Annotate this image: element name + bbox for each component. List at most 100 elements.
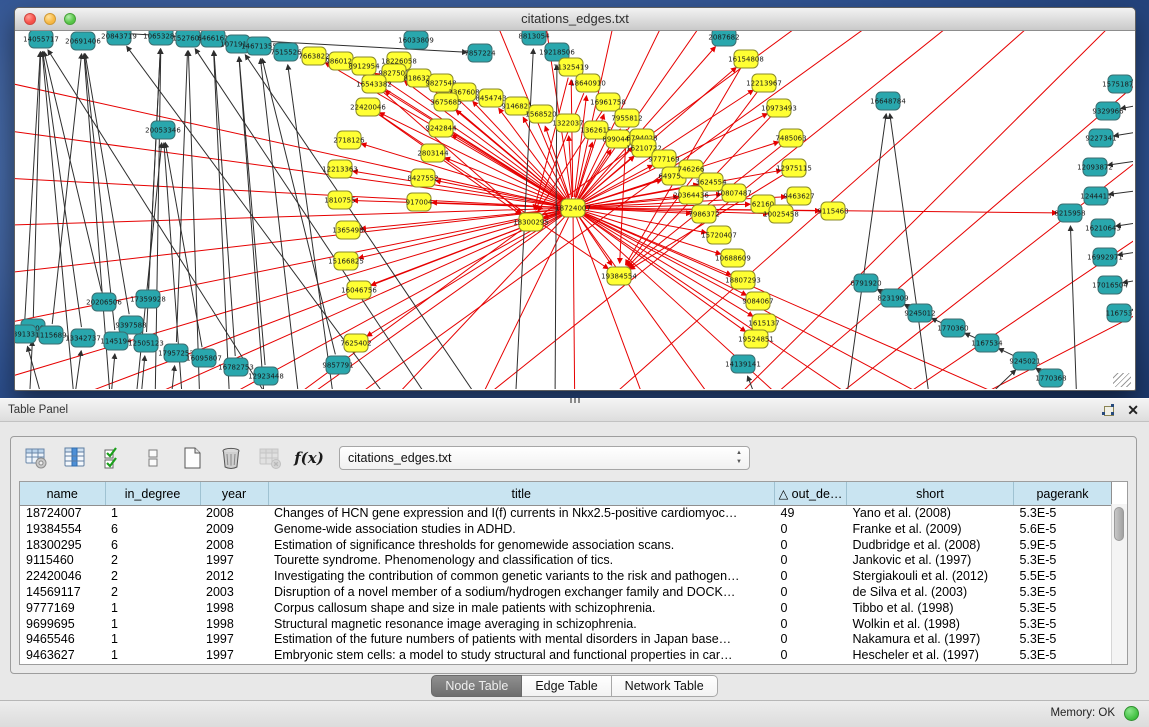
graph-node[interactable]: 20206506 [86,293,122,311]
graph-node[interactable]: 1770360 [937,319,968,337]
graph-node[interactable]: 19384554 [601,267,637,285]
graph-node[interactable]: 15720407 [701,226,737,244]
splitter-handle[interactable] [570,398,582,403]
graph-node[interactable]: 1322037 [552,114,583,132]
graph-node[interactable]: 9463627 [783,187,814,205]
graph-node[interactable]: 1615137 [748,314,779,332]
graph-node[interactable]: 8813054 [518,31,550,45]
table-row[interactable]: 969969511998Structural magnetic resonanc… [20,617,1112,633]
column-header-out_degree[interactable]: △ out_de… [775,482,847,506]
function-builder-icon[interactable]: f(x) [296,445,322,471]
graph-node[interactable]: 9245021 [1009,352,1040,370]
table-row[interactable]: 2242004622012Investigating the contribut… [20,569,1112,585]
graph-node[interactable]: 15166825 [328,252,364,270]
graph-node[interactable]: 1115689 [35,326,66,344]
graph-node[interactable]: 16033809 [398,31,434,49]
graph-node[interactable]: 20053346 [145,121,181,139]
table-row[interactable]: 1830029562008Estimation of significance … [20,538,1112,554]
graph-node[interactable]: 39133 [15,325,36,343]
graph-node[interactable]: 16961758 [590,93,626,111]
graph-node[interactable]: 16046756 [341,281,377,299]
table-vertical-scrollbar[interactable] [1111,504,1127,664]
graph-node[interactable]: 7986372 [688,205,719,223]
table-row[interactable]: 1938455462009Genome-wide association stu… [20,522,1112,538]
graph-node[interactable]: 16210643 [1085,219,1121,237]
scrollbar-thumb[interactable] [1114,507,1124,541]
graph-node[interactable]: 18807293 [725,271,761,289]
network-window[interactable]: citations_edges.txt 14055717206914062084… [14,7,1136,391]
graph-node[interactable]: 12213363 [322,160,358,178]
graph-node[interactable]: 8215958 [1054,204,1085,222]
column-header-name[interactable]: name [20,482,105,506]
table-row[interactable]: 977716911998Corpus callosum shape and si… [20,601,1112,617]
graph-node[interactable]: 917004 [406,193,433,211]
graph-node[interactable]: 6791920 [850,274,881,292]
tab-node-table[interactable]: Node Table [431,675,522,697]
tab-edge-table[interactable]: Edge Table [522,675,611,697]
zoom-window-button[interactable] [64,13,76,25]
column-header-title[interactable]: title [268,482,775,506]
column-header-year[interactable]: year [200,482,268,506]
graph-node[interactable]: 14139141 [725,355,761,373]
close-window-button[interactable] [24,13,36,25]
column-header-short[interactable]: short [847,482,1014,506]
graph-node[interactable]: 7625402 [340,334,371,352]
graph-node[interactable]: 1770368 [1035,369,1066,387]
table-row[interactable]: 946362711997Embryonic stem cells: a mode… [20,648,1112,664]
graph-node[interactable]: 116753 [1106,304,1133,322]
graph-node[interactable]: 16648784 [870,92,906,110]
graph-node[interactable]: 9397588 [115,316,146,334]
column-settings-button[interactable] [23,445,49,471]
graph-node[interactable]: 8912954 [348,57,380,75]
delete-rows-trash-icon[interactable] [218,445,244,471]
minimize-window-button[interactable] [44,13,56,25]
graph-node[interactable]: 7857224 [464,44,496,62]
graph-node[interactable]: 9857791 [322,356,353,374]
network-window-titlebar[interactable]: citations_edges.txt [15,8,1135,31]
memory-status-indicator[interactable] [1124,706,1139,721]
table-row[interactable]: 1872400712008Changes of HCN gene express… [20,506,1112,522]
column-header-in_degree[interactable]: in_degree [105,482,200,506]
resize-grip[interactable] [1113,373,1131,387]
graph-node[interactable]: 1810755 [324,191,355,209]
table-row[interactable]: 946554611997Estimation of the future num… [20,632,1112,648]
graph-node[interactable]: 8231909 [877,289,908,307]
graph-node[interactable]: 9329966 [1092,102,1124,120]
graph-node[interactable]: 16992971 [1087,248,1123,266]
graph-node[interactable]: 8427552 [407,169,438,187]
tab-network-table[interactable]: Network Table [612,675,718,697]
graph-node[interactable]: 9245012 [904,304,935,322]
graph-node[interactable]: 20691406 [65,32,101,50]
graph-node[interactable]: 16154808 [728,50,764,68]
unselect-all-icon[interactable] [140,445,166,471]
network-table-selector[interactable]: citations_edges.txt ▲▼ [339,446,750,470]
graph-node[interactable]: 1244413 [1080,187,1111,205]
graph-node[interactable]: 7955812 [611,109,642,127]
graph-node[interactable]: 1167534 [971,334,1003,352]
graph-node[interactable]: 20843719 [101,31,137,45]
select-column-icon[interactable] [62,445,88,471]
table-row[interactable]: 1456911722003Disruption of a novel membe… [20,585,1112,601]
graph-node[interactable]: 12213967 [746,74,782,92]
graph-node[interactable]: 3675685 [430,93,461,111]
graph-node[interactable]: 12975115 [776,159,812,177]
graph-node[interactable]: 7485063 [775,129,806,147]
graph-node[interactable]: 13342737 [65,329,101,347]
graph-node[interactable]: 9227341 [1085,129,1116,147]
graph-node[interactable]: 2718126 [333,131,365,149]
graph-node[interactable]: 9084067 [742,292,773,310]
graph-node[interactable]: 9242844 [425,119,457,137]
graph-node[interactable]: 1365498 [332,221,363,239]
graph-node[interactable]: 19524851 [738,330,774,348]
graph-node[interactable]: 2803144 [417,144,449,162]
select-all-icon[interactable] [101,445,127,471]
network-graph[interactable]: 1405571720691406208437191065328715276026… [15,31,1133,389]
graph-node[interactable]: 9777169 [648,150,679,168]
graph-node[interactable]: 7515526 [270,43,302,61]
network-canvas[interactable]: 1405571720691406208437191065328715276026… [15,31,1133,389]
graph-node[interactable]: 10688609 [715,249,751,267]
float-panel-icon[interactable] [1102,404,1115,417]
graph-node[interactable]: 2087682 [708,31,739,46]
graph-node[interactable]: 18640910 [570,74,606,92]
graph-node[interactable]: 12093872 [1077,158,1113,176]
